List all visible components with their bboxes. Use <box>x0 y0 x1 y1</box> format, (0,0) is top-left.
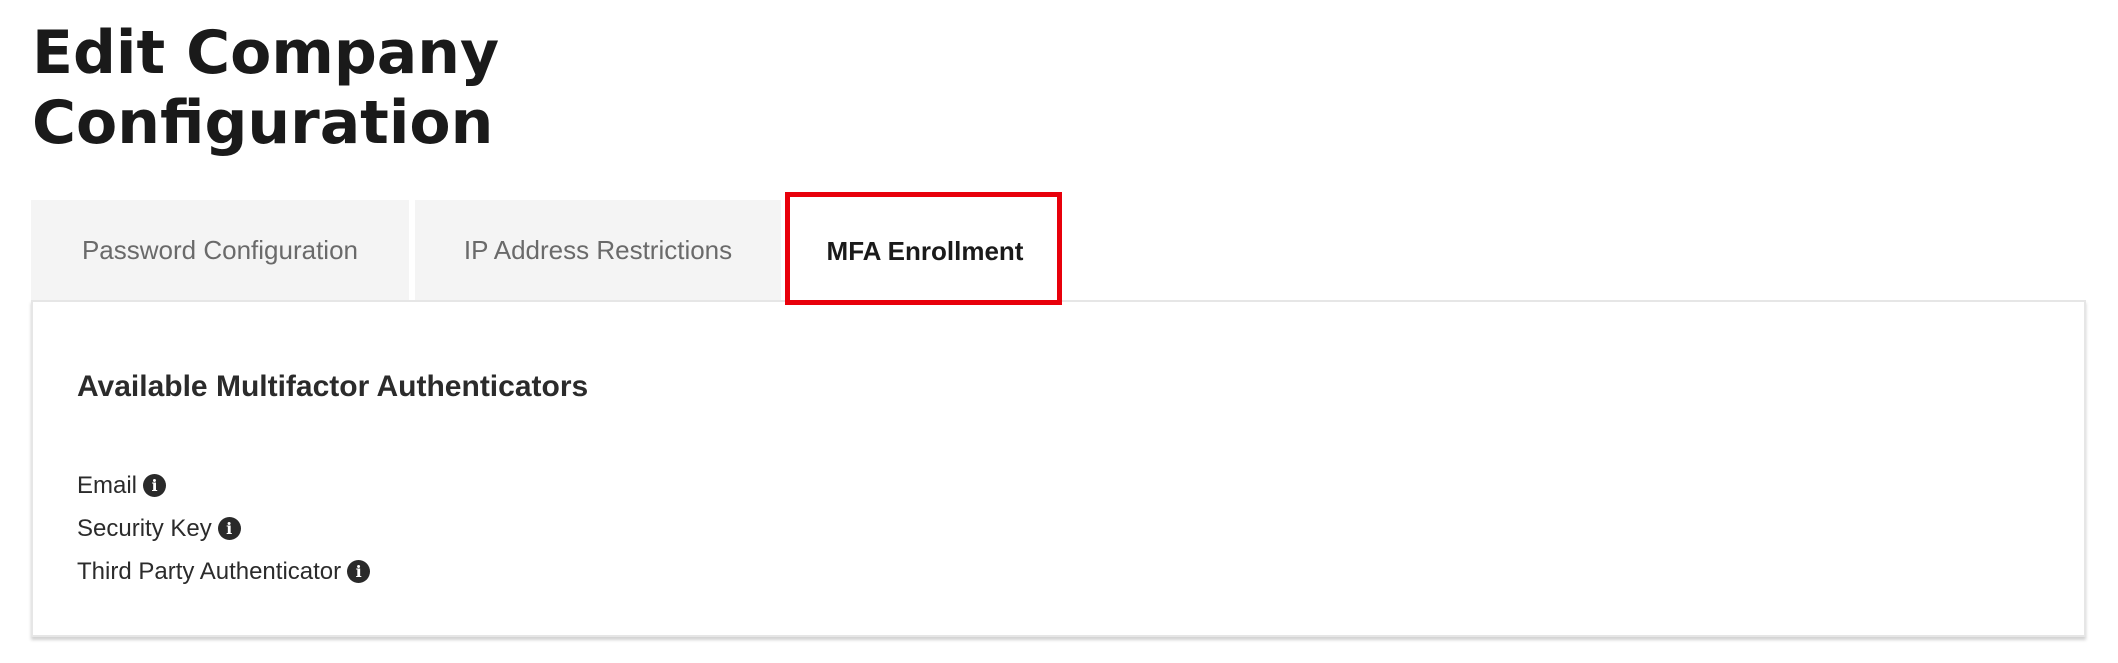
info-icon[interactable]: i <box>347 560 371 583</box>
tab-password-configuration[interactable]: Password Configuration <box>31 200 409 300</box>
section-heading: Available Multifactor Authenticators <box>77 370 589 403</box>
authenticator-email: Email i <box>77 464 370 507</box>
authenticator-label: Third Party Authenticator <box>77 557 342 585</box>
authenticator-list: Email i Security Key i Third Party Authe… <box>77 464 371 593</box>
tab-ip-address-restrictions[interactable]: IP Address Restrictions <box>415 200 781 300</box>
mfa-enrollment-panel: Available Multifactor Authenticators Ema… <box>31 300 2086 637</box>
page-title: Edit Company Configuration <box>32 18 500 158</box>
authenticator-third-party: Third Party Authenticator i <box>77 550 371 593</box>
authenticator-label: Security Key <box>77 514 212 542</box>
authenticator-label: Email <box>77 471 138 499</box>
info-icon[interactable]: i <box>143 474 167 497</box>
tab-mfa-enrollment[interactable]: MFA Enrollment <box>790 200 1060 303</box>
authenticator-security-key: Security Key i <box>77 507 370 550</box>
info-icon[interactable]: i <box>217 517 241 540</box>
